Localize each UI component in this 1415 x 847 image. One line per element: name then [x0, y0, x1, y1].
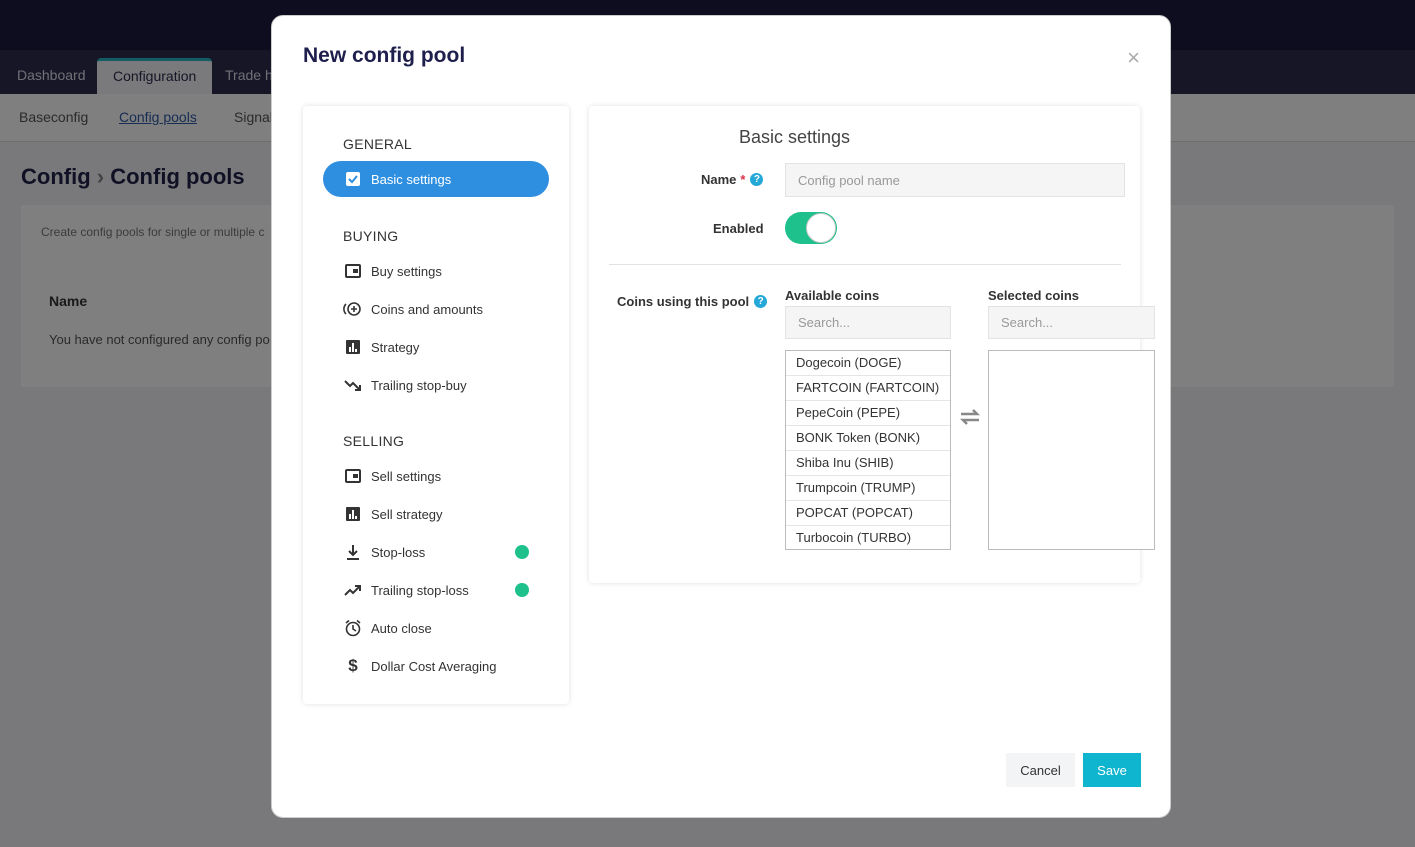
nav-item-label: Sell strategy: [371, 506, 443, 522]
wallet-icon: [343, 466, 363, 486]
checkbox-icon: [343, 169, 363, 189]
selected-coins-label: Selected coins: [988, 288, 1080, 303]
divider: [609, 264, 1121, 265]
name-label-text: Name: [701, 172, 737, 187]
help-icon[interactable]: ?: [750, 173, 764, 186]
nav-item-label: Auto close: [371, 620, 432, 636]
nav-item-label: Trailing stop-buy: [371, 377, 467, 393]
basic-settings-panel: Basic settings Name * ? Enabled Coins us…: [589, 106, 1155, 583]
alarm-icon: [343, 618, 363, 638]
coins-label-text: Coins using this pool: [617, 294, 750, 309]
coins-label: Coins using this pool ?: [617, 294, 768, 309]
panel-title: Basic settings: [739, 127, 851, 147]
status-dot: [515, 545, 529, 559]
nav-item-dollar-cost-averaging[interactable]: $ Dollar Cost Averaging: [323, 648, 549, 684]
bar-chart-icon: [343, 504, 363, 524]
enabled-toggle[interactable]: [785, 212, 837, 244]
status-dot: [515, 583, 529, 597]
bar-chart-icon: [343, 337, 363, 357]
wallet-icon: [343, 261, 363, 281]
nav-item-label: Sell settings: [371, 468, 442, 484]
nav-section-buying: BUYING: [343, 228, 399, 244]
nav-item-trailing-stop-buy[interactable]: Trailing stop-buy: [323, 367, 549, 403]
nav-item-buy-settings[interactable]: Buy settings: [323, 253, 549, 289]
list-item[interactable]: BONK Token (BONK): [786, 426, 950, 451]
nav-section-selling: SELLING: [343, 433, 405, 449]
available-coins-label: Available coins: [785, 288, 880, 303]
trending-down-icon: [343, 375, 363, 395]
nav-item-label: Strategy: [371, 339, 420, 355]
new-config-pool-modal: New config pool × GENERAL Basic settings…: [271, 15, 1171, 818]
trending-up-icon: [343, 580, 363, 600]
selected-coins-list[interactable]: [988, 350, 1155, 550]
nav-item-label: Coins and amounts: [371, 301, 484, 317]
help-icon[interactable]: ?: [754, 295, 768, 308]
nav-item-coins-and-amounts[interactable]: Coins and amounts: [323, 291, 549, 327]
nav-item-label: Dollar Cost Averaging: [371, 658, 497, 674]
list-item[interactable]: Dogecoin (DOGE): [786, 351, 950, 376]
dollar-icon: $: [348, 656, 358, 675]
nav-section-general: GENERAL: [343, 136, 413, 152]
modal-title: New config pool: [303, 44, 466, 67]
nav-item-basic-settings[interactable]: Basic settings: [323, 161, 549, 197]
nav-item-label: Buy settings: [371, 263, 442, 279]
pool-name-input[interactable]: [785, 163, 1125, 197]
list-item[interactable]: Turbocoin (TURBO): [786, 526, 950, 549]
settings-nav: GENERAL Basic settings BUYING Buy settin…: [303, 106, 569, 704]
list-item[interactable]: Trumpcoin (TRUMP): [786, 476, 950, 501]
toggle-knob: [806, 213, 836, 243]
nav-item-stop-loss[interactable]: Stop-loss: [323, 534, 549, 570]
list-item[interactable]: Shiba Inu (SHIB): [786, 451, 950, 476]
nav-item-auto-close[interactable]: Auto close: [323, 610, 549, 646]
save-button[interactable]: Save: [1083, 753, 1141, 787]
nav-item-label: Trailing stop-loss: [371, 582, 469, 598]
nav-item-strategy[interactable]: Strategy: [323, 329, 549, 365]
close-icon[interactable]: ×: [1127, 47, 1140, 69]
download-icon: [343, 542, 363, 562]
coin-plus-icon: [343, 299, 363, 319]
list-item[interactable]: PepeCoin (PEPE): [786, 401, 950, 426]
list-item[interactable]: POPCAT (POPCAT): [786, 501, 950, 526]
nav-item-trailing-stop-loss[interactable]: Trailing stop-loss: [323, 572, 549, 608]
nav-item-sell-settings[interactable]: Sell settings: [323, 458, 549, 494]
cancel-button[interactable]: Cancel: [1006, 753, 1075, 787]
nav-item-label: Basic settings: [371, 171, 452, 187]
available-coins-search[interactable]: [785, 306, 951, 339]
nav-item-label: Stop-loss: [371, 544, 426, 560]
list-item[interactable]: FARTCOIN (FARTCOIN): [786, 376, 950, 401]
required-marker: *: [740, 172, 746, 187]
name-label: Name * ?: [701, 172, 764, 187]
nav-item-sell-strategy[interactable]: Sell strategy: [323, 496, 549, 532]
available-coins-list[interactable]: Dogecoin (DOGE) FARTCOIN (FARTCOIN) Pepe…: [785, 350, 951, 550]
swap-arrows-icon[interactable]: [958, 407, 982, 427]
enabled-label: Enabled: [713, 221, 764, 236]
selected-coins-search[interactable]: [988, 306, 1155, 339]
